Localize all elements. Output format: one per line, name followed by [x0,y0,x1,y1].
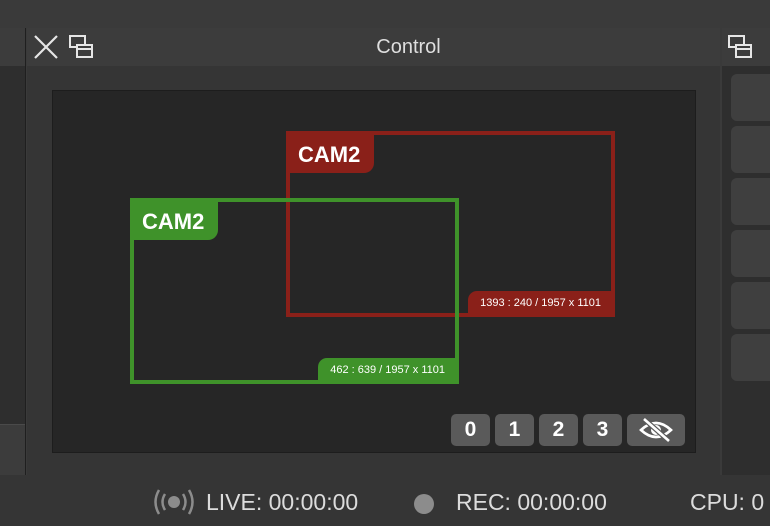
left-dock-header [0,28,25,66]
panel-button[interactable] [731,334,770,381]
scene-button-1[interactable]: 1 [495,414,534,446]
source-bounding-box[interactable]: CAM2 462 : 639 / 1957 x 1101 [130,198,459,384]
close-icon[interactable] [30,31,62,63]
eye-off-icon[interactable] [627,414,685,446]
source-label: CAM2 [290,135,375,173]
dock-title-bar: Control [27,28,720,66]
dock-title: Control [376,36,441,58]
record-dot-icon [413,493,435,520]
right-dock-panel [722,28,770,475]
source-coordinates: 462 : 639 / 1957 x 1101 [318,358,455,380]
panel-button[interactable] [731,74,770,121]
scene-button-0[interactable]: 0 [451,414,490,446]
live-timer: LIVE: 00:00:00 [206,489,359,515]
scene-button-group: 0 1 2 3 [451,414,685,446]
scene-button-2[interactable]: 2 [539,414,578,446]
right-dock-header [722,28,770,66]
preview-canvas[interactable]: CAM2 1393 : 240 / 1957 x 1101 CAM2 462 :… [52,90,696,453]
float-window-icon[interactable] [724,31,756,63]
left-dock-panel [0,28,26,475]
panel-button[interactable] [731,126,770,173]
source-label: CAM2 [134,202,219,240]
control-dock: Control CAM2 1393 : 240 / 1957 x 1101 CA… [27,28,720,475]
float-window-icon[interactable] [65,31,97,63]
rec-timer: REC: 00:00:00 [456,489,607,515]
source-coordinates: 1393 : 240 / 1957 x 1101 [468,291,611,313]
panel-button[interactable] [731,282,770,329]
scene-button-3[interactable]: 3 [583,414,622,446]
top-toolbar-strip [0,0,770,28]
panel-button[interactable] [731,230,770,277]
left-dock-footer [0,424,25,475]
cpu-usage: CPU: 0 [690,489,765,515]
broadcast-icon [153,488,195,521]
status-bar: LIVE: 00:00:00 REC: 00:00:00 CPU: 0 [0,475,770,526]
panel-button[interactable] [731,178,770,225]
